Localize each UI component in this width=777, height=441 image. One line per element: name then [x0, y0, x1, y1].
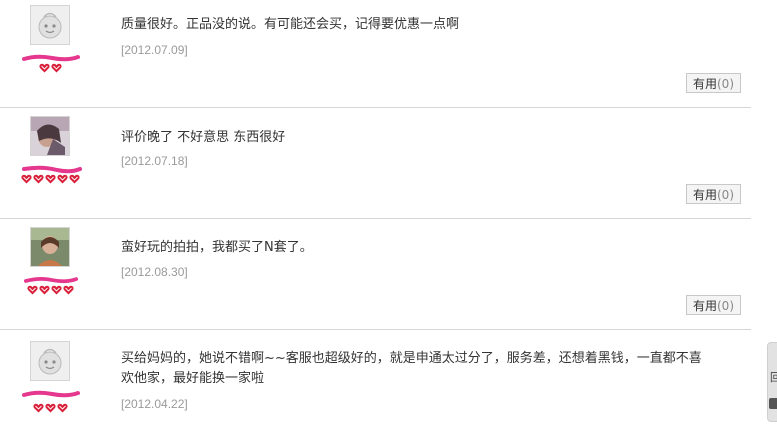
heart-icon: [38, 63, 50, 73]
nickname-masked: [24, 276, 78, 284]
heart-icon: [68, 174, 80, 184]
nickname-masked: [22, 54, 80, 62]
heart-icon: [38, 285, 50, 295]
review-text: 买给妈妈的，她说不错啊~~客服也超级好的，就是申通太过分了，服务差，还想着黑钱，…: [121, 351, 702, 386]
chat-icon: [769, 398, 777, 409]
heart-icon: [44, 174, 56, 184]
side-widget-label: 回: [770, 371, 777, 384]
default-avatar-icon: [31, 342, 69, 380]
useful-label: 有用: [692, 299, 717, 313]
review-date: [2012.07.09]: [121, 43, 188, 57]
rating-hearts: [0, 285, 100, 297]
heart-icon: [50, 63, 62, 73]
nickname-masked: [22, 165, 82, 174]
user-photo-avatar: [31, 117, 69, 155]
useful-count: (0): [717, 188, 734, 202]
review-date: [2012.04.22]: [121, 397, 188, 411]
heart-icon: [32, 403, 44, 413]
rating-hearts: [0, 174, 100, 186]
heart-icon: [26, 285, 38, 295]
useful-count: (0): [717, 77, 734, 91]
useful-button[interactable]: 有用(0): [685, 184, 741, 204]
heart-icon: [20, 174, 32, 184]
rating-hearts: [0, 63, 100, 75]
useful-button[interactable]: 有用(0): [685, 73, 741, 93]
useful-count: (0): [717, 299, 734, 313]
rating-hearts: [0, 403, 100, 415]
avatar[interactable]: [30, 5, 70, 45]
heart-icon: [44, 403, 56, 413]
avatar[interactable]: [30, 116, 70, 156]
review-text: 评价晚了 不好意思 东西很好: [121, 130, 286, 145]
heart-icon: [62, 285, 74, 295]
avatar[interactable]: [30, 341, 70, 381]
review-text: 质量很好。正品没的说。有可能还会买，记得要优惠一点啊: [121, 17, 460, 32]
heart-icon: [32, 174, 44, 184]
review-date: [2012.08.30]: [121, 265, 188, 279]
heart-icon: [56, 403, 68, 413]
review-text: 蛮好玩的拍拍，我都买了N套了。: [121, 240, 313, 255]
heart-icon: [50, 285, 62, 295]
review-item: 质量很好。正品没的说。有可能还会买，记得要优惠一点啊 [2012.07.09] …: [0, 0, 751, 108]
user-photo-avatar: [31, 228, 69, 266]
useful-button[interactable]: 有用(0): [685, 295, 741, 315]
avatar[interactable]: [30, 227, 70, 267]
default-avatar-icon: [31, 6, 69, 44]
heart-icon: [56, 174, 68, 184]
useful-label: 有用: [692, 77, 717, 91]
floating-side-widget[interactable]: 回: [767, 342, 777, 422]
useful-label: 有用: [692, 188, 717, 202]
review-date: [2012.07.18]: [121, 154, 188, 168]
review-item: 买给妈妈的，她说不错啊~~客服也超级好的，就是申通太过分了，服务差，还想着黑钱，…: [0, 331, 751, 441]
review-item: 蛮好玩的拍拍，我都买了N套了。 [2012.08.30] 有用(0): [0, 220, 751, 330]
review-item: 评价晚了 不好意思 东西很好 [2012.07.18] 有用(0): [0, 109, 751, 219]
nickname-masked: [22, 390, 80, 398]
